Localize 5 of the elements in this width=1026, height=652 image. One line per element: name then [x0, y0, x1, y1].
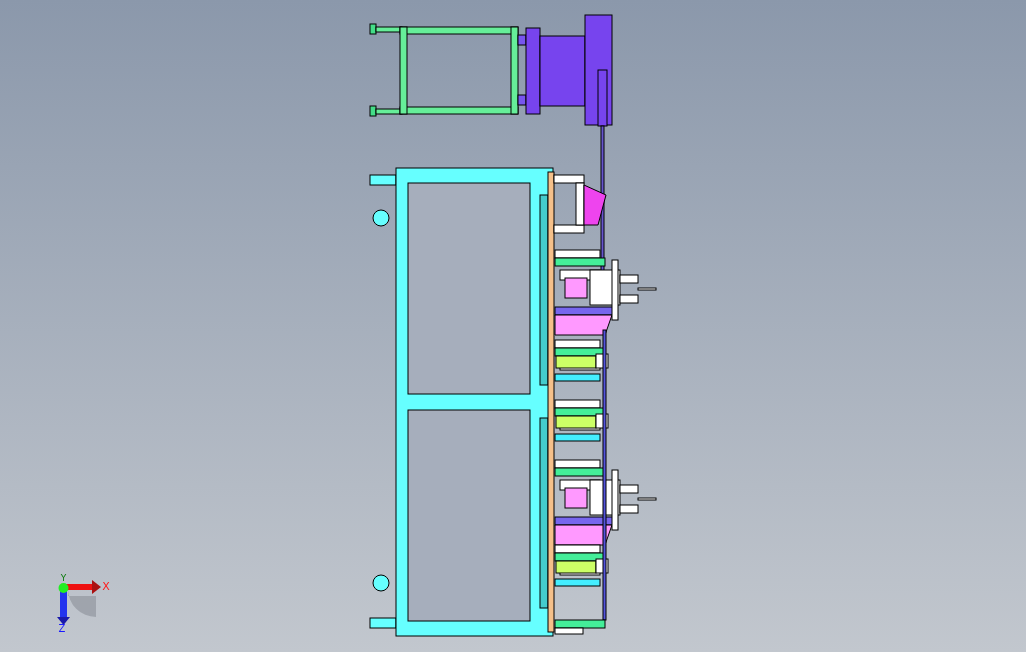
cad-viewport[interactable]: Y X Z: [0, 0, 1026, 652]
axis-label: Y: [60, 573, 67, 583]
axis-label: Z: [58, 623, 66, 634]
axis-label: X: [102, 580, 110, 593]
axis-triad-icon: [57, 580, 101, 625]
